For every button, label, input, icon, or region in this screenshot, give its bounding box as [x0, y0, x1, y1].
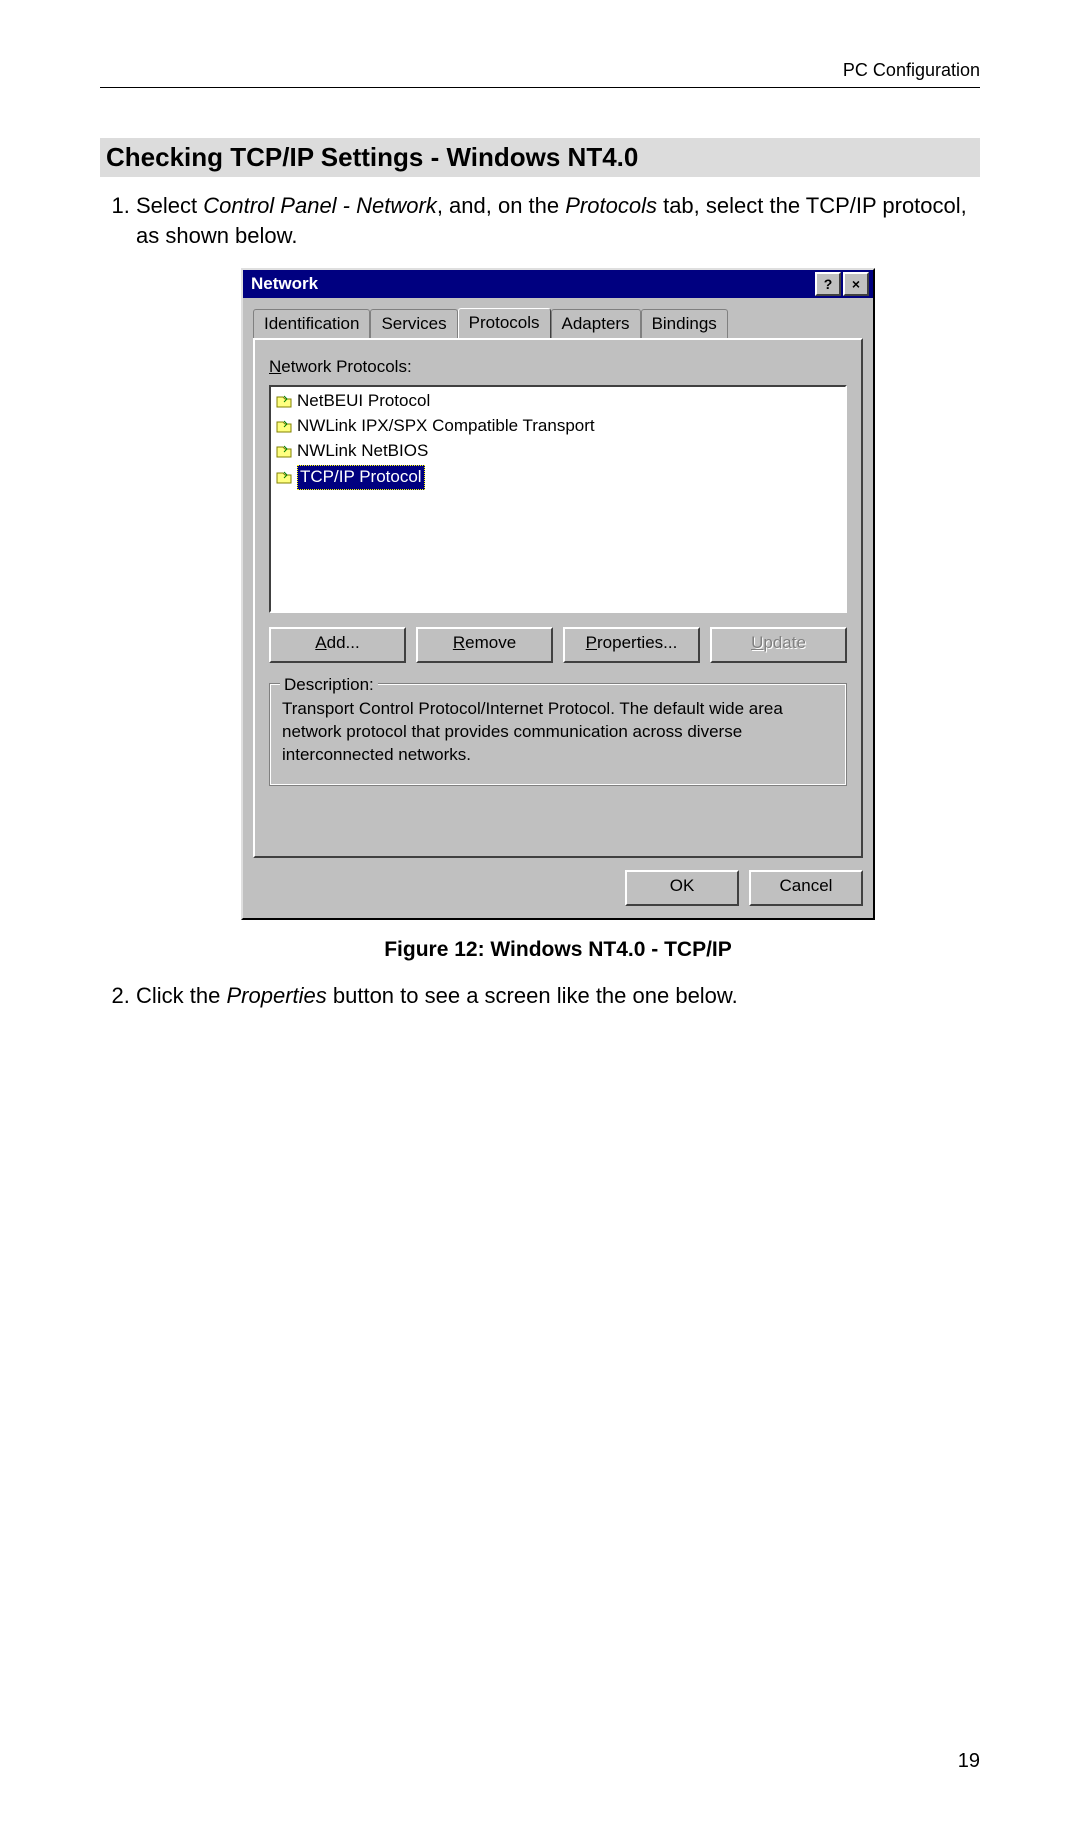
dialog-footer: OK Cancel: [243, 870, 873, 918]
tab-bindings[interactable]: Bindings: [641, 309, 728, 339]
list-item-label: TCP/IP Protocol: [297, 465, 425, 490]
accelerator: A: [315, 633, 326, 652]
text-italic: Properties: [226, 983, 326, 1008]
text: dd...: [327, 633, 360, 652]
text: roperties...: [597, 633, 677, 652]
accelerator: U: [751, 633, 763, 652]
tab-adapters[interactable]: Adapters: [551, 309, 641, 339]
text: Select: [136, 193, 203, 218]
section-heading: Checking TCP/IP Settings - Windows NT4.0: [100, 138, 980, 177]
text: pdate: [763, 633, 806, 652]
description-text: Transport Control Protocol/Internet Prot…: [282, 698, 834, 767]
accelerator: N: [269, 357, 281, 376]
tab-strip: Identification Services Protocols Adapte…: [253, 308, 863, 338]
protocol-icon: [275, 444, 293, 460]
dialog-figure: Network ? × Identification Services Prot…: [136, 268, 980, 920]
help-button[interactable]: ?: [815, 272, 841, 296]
cancel-button[interactable]: Cancel: [749, 870, 863, 906]
tab-panel-protocols: Network Protocols: NetBEUI Protocol NWLi…: [253, 338, 863, 858]
network-dialog: Network ? × Identification Services Prot…: [241, 268, 875, 920]
text-italic: Control Panel - Network: [203, 193, 437, 218]
text-italic: Protocols: [565, 193, 657, 218]
list-item-selected[interactable]: TCP/IP Protocol: [273, 464, 843, 491]
protocol-icon: [275, 419, 293, 435]
text: Click the: [136, 983, 226, 1008]
list-buttons: Add... Remove Properties... Update: [269, 627, 847, 663]
ok-button[interactable]: OK: [625, 870, 739, 906]
step-2: Click the Properties button to see a scr…: [136, 981, 980, 1011]
accelerator: R: [453, 633, 465, 652]
list-label: Network Protocols:: [269, 356, 847, 379]
dialog-body: Identification Services Protocols Adapte…: [243, 298, 873, 870]
list-item[interactable]: NWLink IPX/SPX Compatible Transport: [273, 414, 843, 439]
properties-button[interactable]: Properties...: [563, 627, 700, 663]
list-item-label: NetBEUI Protocol: [297, 390, 430, 413]
page-number: 19: [958, 1750, 980, 1773]
titlebar: Network ? ×: [243, 270, 873, 298]
accelerator: P: [586, 633, 597, 652]
page: PC Configuration Checking TCP/IP Setting…: [0, 0, 1080, 1823]
step-1: Select Control Panel - Network, and, on …: [136, 191, 980, 965]
list-item[interactable]: NWLink NetBIOS: [273, 439, 843, 464]
protocol-icon: [275, 394, 293, 410]
page-header-section: PC Configuration: [100, 60, 980, 87]
tab-identification[interactable]: Identification: [253, 309, 370, 339]
header-rule: [100, 87, 980, 88]
list-item-label: NWLink NetBIOS: [297, 440, 428, 463]
dialog-title: Network: [247, 273, 813, 296]
steps-list: Select Control Panel - Network, and, on …: [100, 191, 980, 1010]
list-item[interactable]: NetBEUI Protocol: [273, 389, 843, 414]
add-button[interactable]: Add...: [269, 627, 406, 663]
text: button to see a screen like the one belo…: [327, 983, 738, 1008]
description-label: Description:: [280, 674, 378, 697]
tab-services[interactable]: Services: [370, 309, 457, 339]
description-group: Description: Transport Control Protocol/…: [269, 683, 847, 786]
close-button[interactable]: ×: [843, 272, 869, 296]
protocol-icon: [275, 470, 293, 486]
remove-button[interactable]: Remove: [416, 627, 553, 663]
tab-protocols[interactable]: Protocols: [458, 308, 551, 338]
text: emove: [465, 633, 516, 652]
figure-caption: Figure 12: Windows NT4.0 - TCP/IP: [136, 936, 980, 964]
text: , and, on the: [437, 193, 565, 218]
text: etwork Protocols:: [281, 357, 411, 376]
list-item-label: NWLink IPX/SPX Compatible Transport: [297, 415, 595, 438]
update-button: Update: [710, 627, 847, 663]
protocols-listbox[interactable]: NetBEUI Protocol NWLink IPX/SPX Compatib…: [269, 385, 847, 613]
